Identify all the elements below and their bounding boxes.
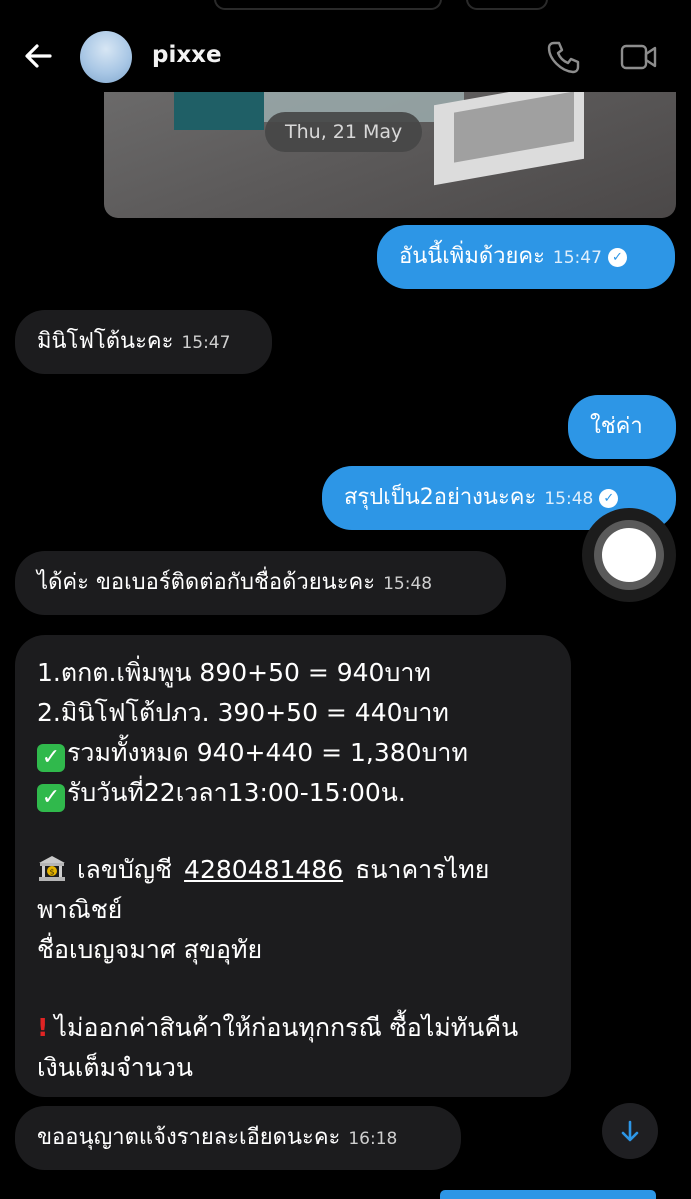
status-pill (466, 0, 548, 10)
message-time: 15:48 (544, 489, 594, 509)
bank-name: ธนาคารไทย (355, 855, 490, 884)
account-number-link[interactable]: 4280481486 (184, 855, 343, 884)
bank-name-continued: พาณิชย์ (37, 895, 123, 924)
video-camera-icon[interactable] (620, 42, 658, 72)
message-time: 15:48 (383, 574, 433, 594)
message-time: 16:18 (348, 1129, 398, 1149)
phone-icon[interactable] (546, 40, 580, 74)
chat-header: pixxe (0, 0, 691, 92)
status-pill (214, 0, 442, 10)
account-line: $ เลขบัญชี 4280481486 ธนาคารไทย (37, 850, 489, 890)
pickup-text: รับวันที่22เวลา13:00-15:00น. (67, 778, 406, 807)
date-separator: Thu, 21 May (265, 112, 423, 152)
message-text: อันนี้เพิ่มด้วยคะ (399, 244, 545, 269)
check-mark-icon: ✓ (37, 744, 65, 772)
incoming-message[interactable]: มินิโฟโต้นะคะ 15:47 (15, 310, 272, 374)
screen-record-button[interactable] (582, 508, 676, 602)
avatar[interactable] (80, 31, 132, 83)
incoming-message[interactable]: ได้ค่ะ ขอเบอร์ติดต่อกับชื่อด้วยนะคะ 15:48 (15, 551, 506, 615)
account-label: เลขบัญชี (77, 855, 173, 884)
contact-name[interactable]: pixxe (152, 42, 222, 68)
arrow-down-icon (621, 1120, 639, 1142)
svg-text:$: $ (49, 868, 54, 877)
warning-line-continued: เงินเต็มจำนวน (37, 1053, 194, 1082)
image-message[interactable] (104, 92, 676, 218)
order-total-text: รวมทั้งหมด 940+440 = 1,380บาท (67, 738, 468, 767)
order-line-2: 2.มินิโฟโต้ปภว. 390+50 = 440บาท (37, 698, 449, 727)
outgoing-message[interactable]: อันนี้เพิ่มด้วยคะ 15:47 ✓ (377, 225, 675, 289)
message-text: ขออนุญาตแจ้งรายละเอียดนะคะ (37, 1125, 341, 1150)
message-text: ใช่ค่า (590, 414, 643, 439)
message-text: สรุปเป็น2อย่างนะคะ (344, 485, 537, 510)
message-text: มินิโฟโต้นะคะ (37, 329, 174, 354)
check-mark-icon: ✓ (37, 784, 65, 812)
message-time: 15:47 (552, 248, 602, 268)
back-arrow-icon[interactable] (22, 40, 54, 72)
incoming-message-details[interactable]: 1.ตกต.เพิ่มพูน 890+50 = 940บาท 2.มินิโฟโ… (15, 635, 571, 1097)
outgoing-message[interactable]: ใช่ค่า (568, 395, 676, 459)
read-check-icon: ✓ (607, 247, 627, 267)
message-time: 15:47 (181, 333, 231, 353)
message-text: ได้ค่ะ ขอเบอร์ติดต่อกับชื่อด้วยนะคะ (37, 570, 376, 595)
exclamation-icon: ! (37, 1013, 49, 1042)
warning-text: ไม่ออกค่าสินค้าให้ก่อนทุกกรณี ซื้อไม่ทัน… (54, 1013, 519, 1042)
scroll-to-bottom-button[interactable] (602, 1103, 658, 1159)
pickup-line: ✓ รับวันที่22เวลา13:00-15:00น. (37, 773, 406, 813)
order-total-line: ✓ รวมทั้งหมด 940+440 = 1,380บาท (37, 733, 468, 773)
order-line-1: 1.ตกต.เพิ่มพูน 890+50 = 940บาท (37, 658, 431, 687)
bank-icon: $ (39, 856, 65, 881)
account-holder-name: ชื่อเบญจมาศ สุขอุทัย (37, 935, 263, 964)
read-check-icon: ✓ (599, 488, 619, 508)
partial-outgoing-message (440, 1190, 656, 1199)
incoming-message[interactable]: ขออนุญาตแจ้งรายละเอียดนะคะ 16:18 (15, 1106, 461, 1170)
warning-line: ! ไม่ออกค่าสินค้าให้ก่อนทุกกรณี ซื้อไม่ทั… (37, 1008, 518, 1048)
